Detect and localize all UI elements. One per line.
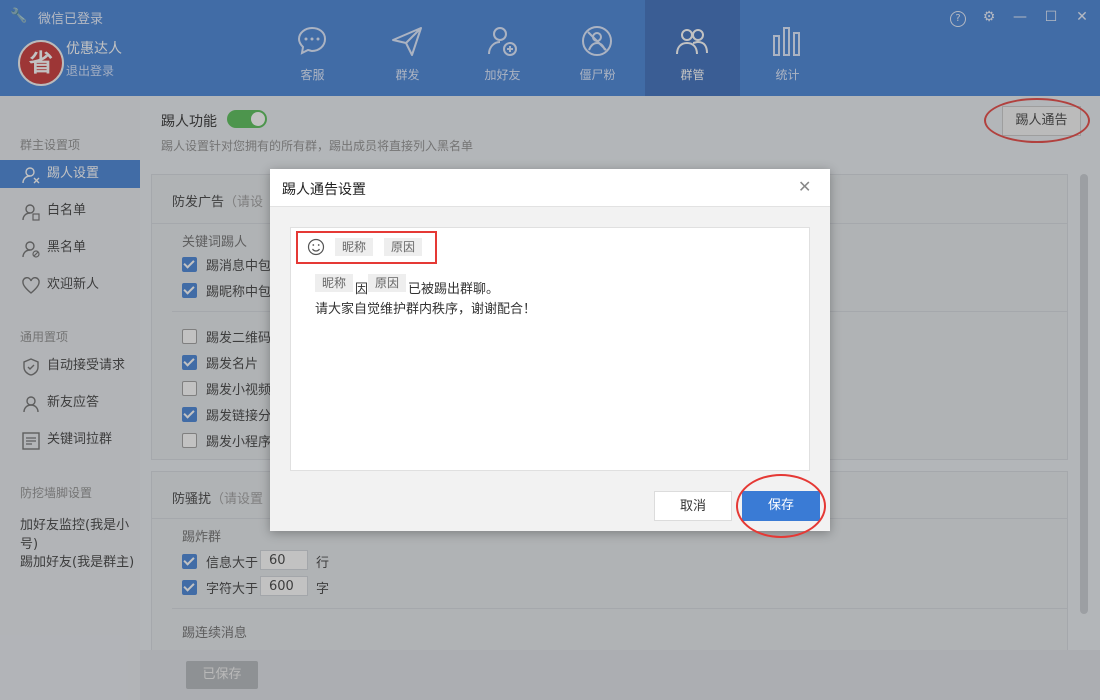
kick-notice-dialog: 踢人通告设置 ✕ 昵称 原因 昵称 因 原因 已被踢出群聊。 请大家自觉维护群内… xyxy=(270,169,830,531)
dialog-title: 踢人通告设置 xyxy=(282,182,366,198)
insert-nick-chip[interactable]: 昵称 xyxy=(335,238,374,256)
text-because: 因 xyxy=(355,282,369,297)
nick-placeholder-chip: 昵称 xyxy=(315,274,354,292)
dialog-titlebar: 踢人通告设置 ✕ xyxy=(270,169,830,207)
cancel-button[interactable]: 取消 xyxy=(654,491,732,521)
reason-placeholder-chip: 原因 xyxy=(368,274,407,292)
save-button[interactable]: 保存 xyxy=(742,491,820,521)
insert-reason-chip[interactable]: 原因 xyxy=(384,238,423,256)
text-line2: 请大家自觉维护群内秩序，谢谢配合！ xyxy=(315,302,537,317)
text-kicked: 已被踢出群聊。 xyxy=(408,282,500,297)
dialog-close-icon[interactable]: ✕ xyxy=(798,177,811,196)
emoji-icon[interactable] xyxy=(307,238,325,256)
notice-editor[interactable]: 昵称 原因 昵称 因 原因 已被踢出群聊。 请大家自觉维护群内秩序，谢谢配合！ xyxy=(290,227,810,471)
